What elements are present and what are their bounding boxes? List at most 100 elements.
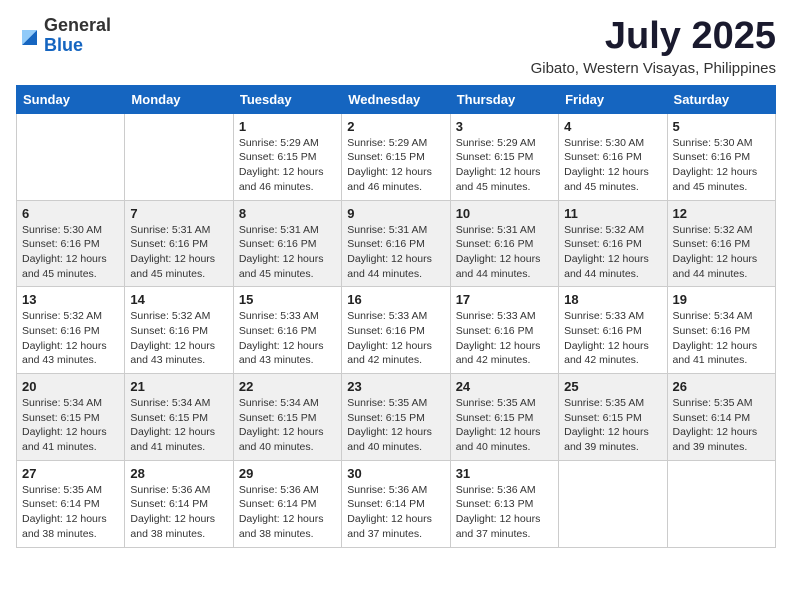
- calendar-cell: 31 Sunrise: 5:36 AM Sunset: 6:13 PM Dayli…: [450, 460, 558, 547]
- logo-text: General Blue: [44, 16, 111, 56]
- day-info: Sunrise: 5:36 AM Sunset: 6:14 PM Dayligh…: [239, 483, 336, 542]
- day-number: 23: [347, 379, 444, 394]
- day-info: Sunrise: 5:33 AM Sunset: 6:16 PM Dayligh…: [347, 309, 444, 368]
- day-number: 22: [239, 379, 336, 394]
- day-number: 26: [673, 379, 770, 394]
- day-number: 17: [456, 292, 553, 307]
- day-number: 24: [456, 379, 553, 394]
- day-number: 10: [456, 206, 553, 221]
- calendar-cell: [17, 113, 125, 200]
- day-number: 21: [130, 379, 227, 394]
- day-number: 18: [564, 292, 661, 307]
- day-info: Sunrise: 5:29 AM Sunset: 6:15 PM Dayligh…: [456, 136, 553, 195]
- day-info: Sunrise: 5:34 AM Sunset: 6:15 PM Dayligh…: [239, 396, 336, 455]
- logo: General Blue: [16, 16, 111, 56]
- day-number: 31: [456, 466, 553, 481]
- calendar-cell: 12 Sunrise: 5:32 AM Sunset: 6:16 PM Dayli…: [667, 200, 775, 287]
- calendar-cell: 7Sunrise: 5:31 AM Sunset: 6:16 PM Daylig…: [125, 200, 233, 287]
- day-info: Sunrise: 5:33 AM Sunset: 6:16 PM Dayligh…: [239, 309, 336, 368]
- page-header: General Blue July 2025 Gibato, Western V…: [16, 16, 776, 77]
- day-number: 1: [239, 119, 336, 134]
- day-number: 29: [239, 466, 336, 481]
- day-of-week-header: Friday: [559, 85, 667, 113]
- calendar-cell: 9 Sunrise: 5:31 AM Sunset: 6:16 PM Daylig…: [342, 200, 450, 287]
- calendar-cell: 25 Sunrise: 5:35 AM Sunset: 6:15 PM Dayli…: [559, 374, 667, 461]
- logo-icon: [16, 24, 40, 48]
- day-number: 2: [347, 119, 444, 134]
- logo-blue: Blue: [44, 36, 111, 56]
- day-info: Sunrise: 5:30 AM Sunset: 6:16 PM Dayligh…: [22, 223, 119, 282]
- day-info: Sunrise: 5:36 AM Sunset: 6:13 PM Dayligh…: [456, 483, 553, 542]
- calendar-cell: 3 Sunrise: 5:29 AM Sunset: 6:15 PM Daylig…: [450, 113, 558, 200]
- day-number: 27: [22, 466, 119, 481]
- day-of-week-header: Saturday: [667, 85, 775, 113]
- calendar-cell: 10Sunrise: 5:31 AM Sunset: 6:16 PM Dayli…: [450, 200, 558, 287]
- calendar-cell: 26 Sunrise: 5:35 AM Sunset: 6:14 PM Dayli…: [667, 374, 775, 461]
- calendar-cell: 30Sunrise: 5:36 AM Sunset: 6:14 PM Dayli…: [342, 460, 450, 547]
- calendar-table: SundayMondayTuesdayWednesdayThursdayFrid…: [16, 85, 776, 548]
- day-info: Sunrise: 5:34 AM Sunset: 6:15 PM Dayligh…: [22, 396, 119, 455]
- calendar-cell: 4Sunrise: 5:30 AM Sunset: 6:16 PM Daylig…: [559, 113, 667, 200]
- calendar-cell: [559, 460, 667, 547]
- day-info: Sunrise: 5:31 AM Sunset: 6:16 PM Dayligh…: [130, 223, 227, 282]
- day-number: 12: [673, 206, 770, 221]
- calendar-cell: 6Sunrise: 5:30 AM Sunset: 6:16 PM Daylig…: [17, 200, 125, 287]
- day-number: 3: [456, 119, 553, 134]
- calendar-cell: 18 Sunrise: 5:33 AM Sunset: 6:16 PM Dayli…: [559, 287, 667, 374]
- title-area: July 2025 Gibato, Western Visayas, Phili…: [531, 16, 776, 77]
- day-number: 15: [239, 292, 336, 307]
- day-info: Sunrise: 5:32 AM Sunset: 6:16 PM Dayligh…: [130, 309, 227, 368]
- calendar-week-row: 20 Sunrise: 5:34 AM Sunset: 6:15 PM Dayli…: [17, 374, 776, 461]
- calendar-cell: 8Sunrise: 5:31 AM Sunset: 6:16 PM Daylig…: [233, 200, 341, 287]
- day-number: 13: [22, 292, 119, 307]
- day-info: Sunrise: 5:31 AM Sunset: 6:16 PM Dayligh…: [347, 223, 444, 282]
- location: Gibato, Western Visayas, Philippines: [531, 60, 776, 77]
- day-info: Sunrise: 5:32 AM Sunset: 6:16 PM Dayligh…: [673, 223, 770, 282]
- day-number: 14: [130, 292, 227, 307]
- logo-general: General: [44, 16, 111, 36]
- day-of-week-header: Tuesday: [233, 85, 341, 113]
- day-info: Sunrise: 5:35 AM Sunset: 6:14 PM Dayligh…: [22, 483, 119, 542]
- day-info: Sunrise: 5:29 AM Sunset: 6:15 PM Dayligh…: [347, 136, 444, 195]
- day-info: Sunrise: 5:35 AM Sunset: 6:15 PM Dayligh…: [564, 396, 661, 455]
- day-number: 8: [239, 206, 336, 221]
- calendar-cell: 19Sunrise: 5:34 AM Sunset: 6:16 PM Dayli…: [667, 287, 775, 374]
- day-of-week-header: Wednesday: [342, 85, 450, 113]
- calendar-cell: 14 Sunrise: 5:32 AM Sunset: 6:16 PM Dayli…: [125, 287, 233, 374]
- day-info: Sunrise: 5:35 AM Sunset: 6:15 PM Dayligh…: [347, 396, 444, 455]
- calendar-cell: 27 Sunrise: 5:35 AM Sunset: 6:14 PM Dayli…: [17, 460, 125, 547]
- day-number: 9: [347, 206, 444, 221]
- calendar-cell: 11Sunrise: 5:32 AM Sunset: 6:16 PM Dayli…: [559, 200, 667, 287]
- calendar-week-row: 1 Sunrise: 5:29 AM Sunset: 6:15 PM Daylig…: [17, 113, 776, 200]
- day-number: 28: [130, 466, 227, 481]
- day-number: 5: [673, 119, 770, 134]
- day-info: Sunrise: 5:30 AM Sunset: 6:16 PM Dayligh…: [564, 136, 661, 195]
- calendar-cell: 2 Sunrise: 5:29 AM Sunset: 6:15 PM Daylig…: [342, 113, 450, 200]
- day-number: 11: [564, 206, 661, 221]
- day-number: 20: [22, 379, 119, 394]
- month-title: July 2025: [531, 16, 776, 58]
- day-info: Sunrise: 5:34 AM Sunset: 6:15 PM Dayligh…: [130, 396, 227, 455]
- day-of-week-header: Thursday: [450, 85, 558, 113]
- calendar-cell: 22 Sunrise: 5:34 AM Sunset: 6:15 PM Dayli…: [233, 374, 341, 461]
- day-number: 16: [347, 292, 444, 307]
- calendar-cell: 15 Sunrise: 5:33 AM Sunset: 6:16 PM Dayli…: [233, 287, 341, 374]
- calendar-cell: 1Sunrise: 5:29 AM Sunset: 6:15 PM Daylig…: [233, 113, 341, 200]
- calendar-week-row: 27 Sunrise: 5:35 AM Sunset: 6:14 PM Dayli…: [17, 460, 776, 547]
- day-info: Sunrise: 5:32 AM Sunset: 6:16 PM Dayligh…: [22, 309, 119, 368]
- calendar-cell: [667, 460, 775, 547]
- calendar-cell: 21 Sunrise: 5:34 AM Sunset: 6:15 PM Dayli…: [125, 374, 233, 461]
- day-info: Sunrise: 5:36 AM Sunset: 6:14 PM Dayligh…: [347, 483, 444, 542]
- day-info: Sunrise: 5:33 AM Sunset: 6:16 PM Dayligh…: [456, 309, 553, 368]
- calendar-week-row: 6Sunrise: 5:30 AM Sunset: 6:16 PM Daylig…: [17, 200, 776, 287]
- calendar-cell: 28Sunrise: 5:36 AM Sunset: 6:14 PM Dayli…: [125, 460, 233, 547]
- day-number: 25: [564, 379, 661, 394]
- calendar-cell: [125, 113, 233, 200]
- calendar-cell: 23 Sunrise: 5:35 AM Sunset: 6:15 PM Dayli…: [342, 374, 450, 461]
- calendar-cell: 5Sunrise: 5:30 AM Sunset: 6:16 PM Daylig…: [667, 113, 775, 200]
- day-info: Sunrise: 5:35 AM Sunset: 6:15 PM Dayligh…: [456, 396, 553, 455]
- day-info: Sunrise: 5:35 AM Sunset: 6:14 PM Dayligh…: [673, 396, 770, 455]
- calendar-cell: 16 Sunrise: 5:33 AM Sunset: 6:16 PM Dayli…: [342, 287, 450, 374]
- day-info: Sunrise: 5:34 AM Sunset: 6:16 PM Dayligh…: [673, 309, 770, 368]
- day-info: Sunrise: 5:33 AM Sunset: 6:16 PM Dayligh…: [564, 309, 661, 368]
